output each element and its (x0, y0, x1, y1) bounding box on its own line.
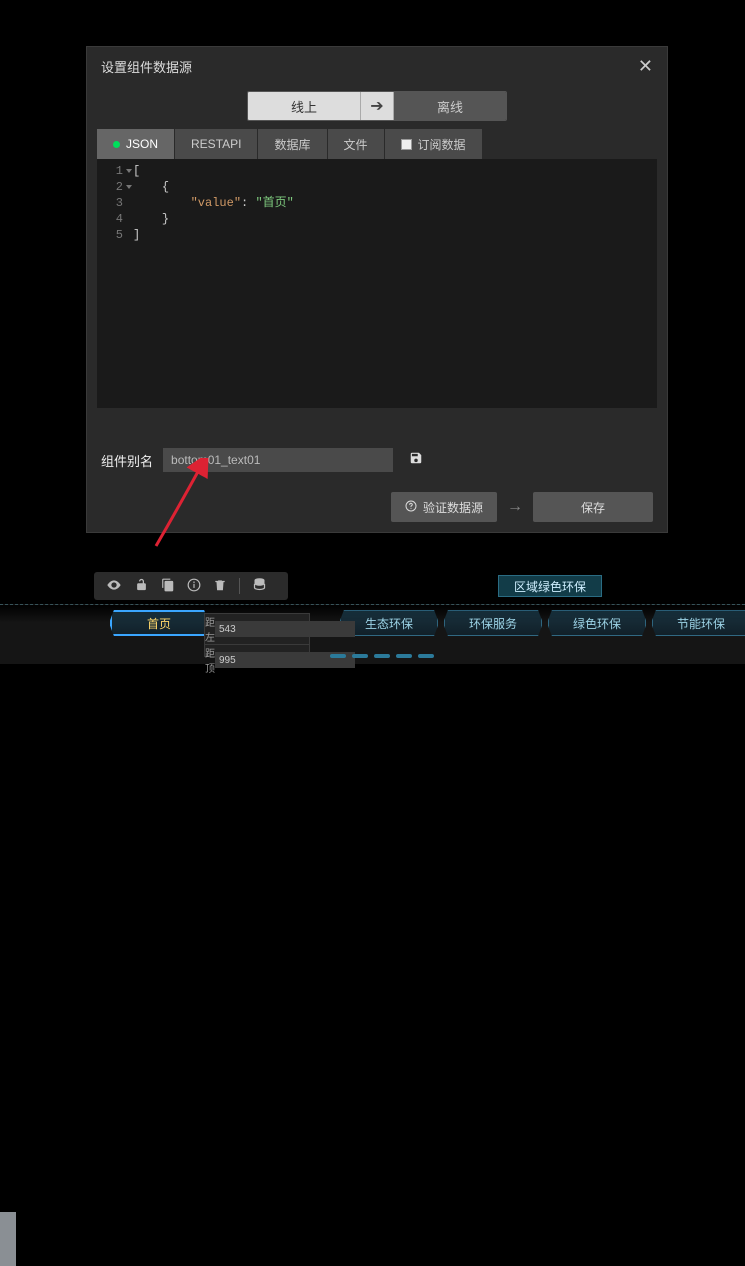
save-alias-icon[interactable] (409, 451, 423, 469)
question-circle-icon (405, 500, 417, 515)
close-icon[interactable]: ✕ (638, 56, 653, 77)
tab-restapi[interactable]: RESTAPI (175, 129, 258, 159)
alias-input[interactable] (163, 448, 393, 472)
tab-label: JSON (126, 137, 158, 151)
copy-icon[interactable] (161, 578, 175, 595)
nav-service[interactable]: 环保服务 (444, 610, 542, 636)
eye-icon[interactable] (106, 577, 122, 596)
info-icon[interactable] (187, 578, 201, 595)
nav-home[interactable]: 首页 (110, 610, 208, 636)
tab-label: 数据库 (274, 136, 310, 153)
line-number: 2 (97, 179, 123, 195)
decoration (0, 1212, 16, 1266)
editor-content[interactable]: [ { "value": "首页" } ] (127, 159, 657, 408)
divider (239, 578, 240, 594)
status-dot-icon (113, 141, 120, 148)
mode-online-button[interactable]: 线上 (248, 92, 360, 120)
nav-energy[interactable]: 节能环保 (652, 610, 745, 636)
tab-json[interactable]: JSON (97, 129, 175, 159)
datasource-modal: 设置组件数据源 ✕ 线上 ➔ 离线 JSON RESTAPI 数据库 文件 订阅… (86, 46, 668, 533)
button-label: 保存 (581, 499, 605, 516)
component-toolbar (94, 572, 288, 600)
line-number: 1 (97, 163, 123, 179)
position-panel: 距左 距顶 (204, 613, 310, 657)
tab-label: 文件 (344, 136, 368, 153)
arrow-right-icon[interactable]: ➔ (360, 92, 394, 120)
source-tabs: JSON RESTAPI 数据库 文件 订阅数据 (97, 129, 657, 159)
editor-gutter: 1 2 3 4 5 (97, 159, 127, 408)
line-number: 3 (97, 195, 123, 211)
code-editor[interactable]: 1 2 3 4 5 [ { "value": "首页" } ] (97, 159, 657, 408)
mode-offline-button[interactable]: 离线 (394, 92, 506, 120)
pos-left-label: 距左 (205, 614, 215, 644)
pos-left-input[interactable] (215, 621, 355, 637)
line-number: 4 (97, 211, 123, 227)
trash-icon[interactable] (213, 578, 227, 595)
arrow-right-icon: → (507, 498, 523, 516)
line-number: 5 (97, 227, 123, 243)
tab-file[interactable]: 文件 (328, 129, 385, 159)
button-label: 验证数据源 (423, 499, 483, 516)
pos-top-label: 距顶 (205, 645, 215, 675)
checkbox-icon[interactable] (401, 139, 412, 150)
alias-label: 组件别名 (101, 451, 153, 470)
decoration-dashes (330, 654, 434, 658)
action-row: 验证数据源 → 保存 (97, 492, 657, 522)
modal-header: 设置组件数据源 ✕ (87, 47, 667, 85)
mode-segmented: 线上 ➔ 离线 (247, 91, 507, 121)
nav-green[interactable]: 绿色环保 (548, 610, 646, 636)
tab-label: RESTAPI (191, 137, 241, 151)
tab-subscribe[interactable]: 订阅数据 (385, 129, 483, 159)
tab-database[interactable]: 数据库 (258, 129, 327, 159)
verify-button[interactable]: 验证数据源 (391, 492, 497, 522)
save-button[interactable]: 保存 (533, 492, 653, 522)
database-icon[interactable] (252, 577, 267, 595)
modal-title: 设置组件数据源 (101, 57, 192, 76)
alias-row: 组件别名 (97, 448, 657, 472)
unlock-icon[interactable] (134, 577, 149, 595)
tab-label: 订阅数据 (418, 136, 466, 153)
page-title-banner: 区域绿色环保 (498, 575, 602, 597)
